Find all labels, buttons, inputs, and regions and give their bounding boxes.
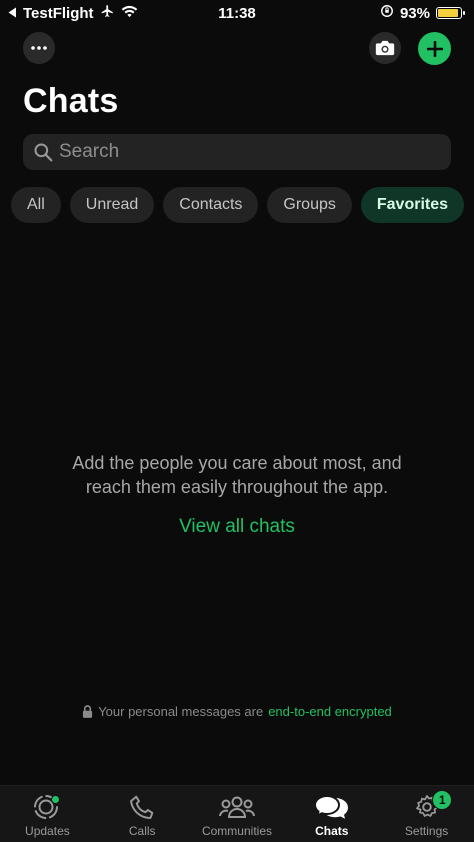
tab-calls[interactable]: Calls <box>95 786 190 842</box>
tab-chats[interactable]: Chats <box>284 786 379 842</box>
plus-icon <box>426 40 443 57</box>
filter-all[interactable]: All <box>11 187 61 223</box>
tab-chats-label: Chats <box>315 824 349 838</box>
encryption-notice: Your personal messages are end-to-end en… <box>0 704 474 719</box>
search-bar[interactable]: Search <box>23 134 451 170</box>
status-bar-left: TestFlight <box>8 4 138 22</box>
search-icon <box>34 143 53 162</box>
page-title: Chats <box>23 82 119 120</box>
lock-icon <box>83 705 93 718</box>
tab-bar: Updates Calls Communities Chats 1 Settin… <box>0 785 474 842</box>
back-app-label[interactable]: TestFlight <box>23 5 94 22</box>
tab-updates[interactable]: Updates <box>0 786 95 842</box>
more-icon <box>31 46 47 50</box>
airplane-icon <box>100 4 115 22</box>
filter-contacts[interactable]: Contacts <box>163 187 259 223</box>
more-options-button[interactable] <box>23 32 55 64</box>
filter-chips: All Unread Contacts Groups Favorites <box>11 187 465 223</box>
status-bar: TestFlight 11:38 93% <box>0 0 474 26</box>
empty-state-message: Add the people you care about most, and … <box>0 451 474 499</box>
encryption-text: Your personal messages are <box>98 704 264 719</box>
top-bar <box>0 32 474 66</box>
clock-time: 11:38 <box>218 4 256 22</box>
tab-updates-label: Updates <box>25 824 70 838</box>
tab-settings-label: Settings <box>404 824 449 838</box>
filter-unread[interactable]: Unread <box>69 187 155 223</box>
camera-icon <box>375 40 395 56</box>
communities-icon <box>218 796 255 818</box>
battery-percent: 93% <box>399 4 430 22</box>
tab-settings[interactable]: 1 Settings <box>379 786 474 842</box>
back-triangle-icon[interactable] <box>8 5 17 22</box>
battery-fill <box>438 9 459 17</box>
chats-icon <box>313 794 348 819</box>
tab-calls-label: Calls <box>128 824 156 838</box>
settings-badge: 1 <box>432 790 453 810</box>
battery-icon <box>436 7 465 19</box>
filter-favorites[interactable]: Favorites <box>360 187 465 223</box>
encryption-link[interactable]: end-to-end encrypted <box>268 704 392 719</box>
filter-groups[interactable]: Groups <box>267 187 352 223</box>
tab-communities[interactable]: Communities <box>190 786 285 842</box>
camera-button[interactable] <box>369 32 401 64</box>
status-bar-right: 93% <box>380 4 465 22</box>
tab-communities-label: Communities <box>201 824 272 838</box>
new-chat-button[interactable] <box>418 32 451 65</box>
wifi-icon <box>121 5 138 22</box>
phone-icon <box>130 795 154 819</box>
orientation-lock-icon <box>380 4 394 22</box>
empty-state-line-2: reach them easily throughout the app. <box>85 477 389 497</box>
view-all-chats-link[interactable]: View all chats <box>0 516 474 538</box>
search-placeholder: Search <box>59 141 120 162</box>
empty-state-line-1: Add the people you care about most, and <box>72 453 402 473</box>
